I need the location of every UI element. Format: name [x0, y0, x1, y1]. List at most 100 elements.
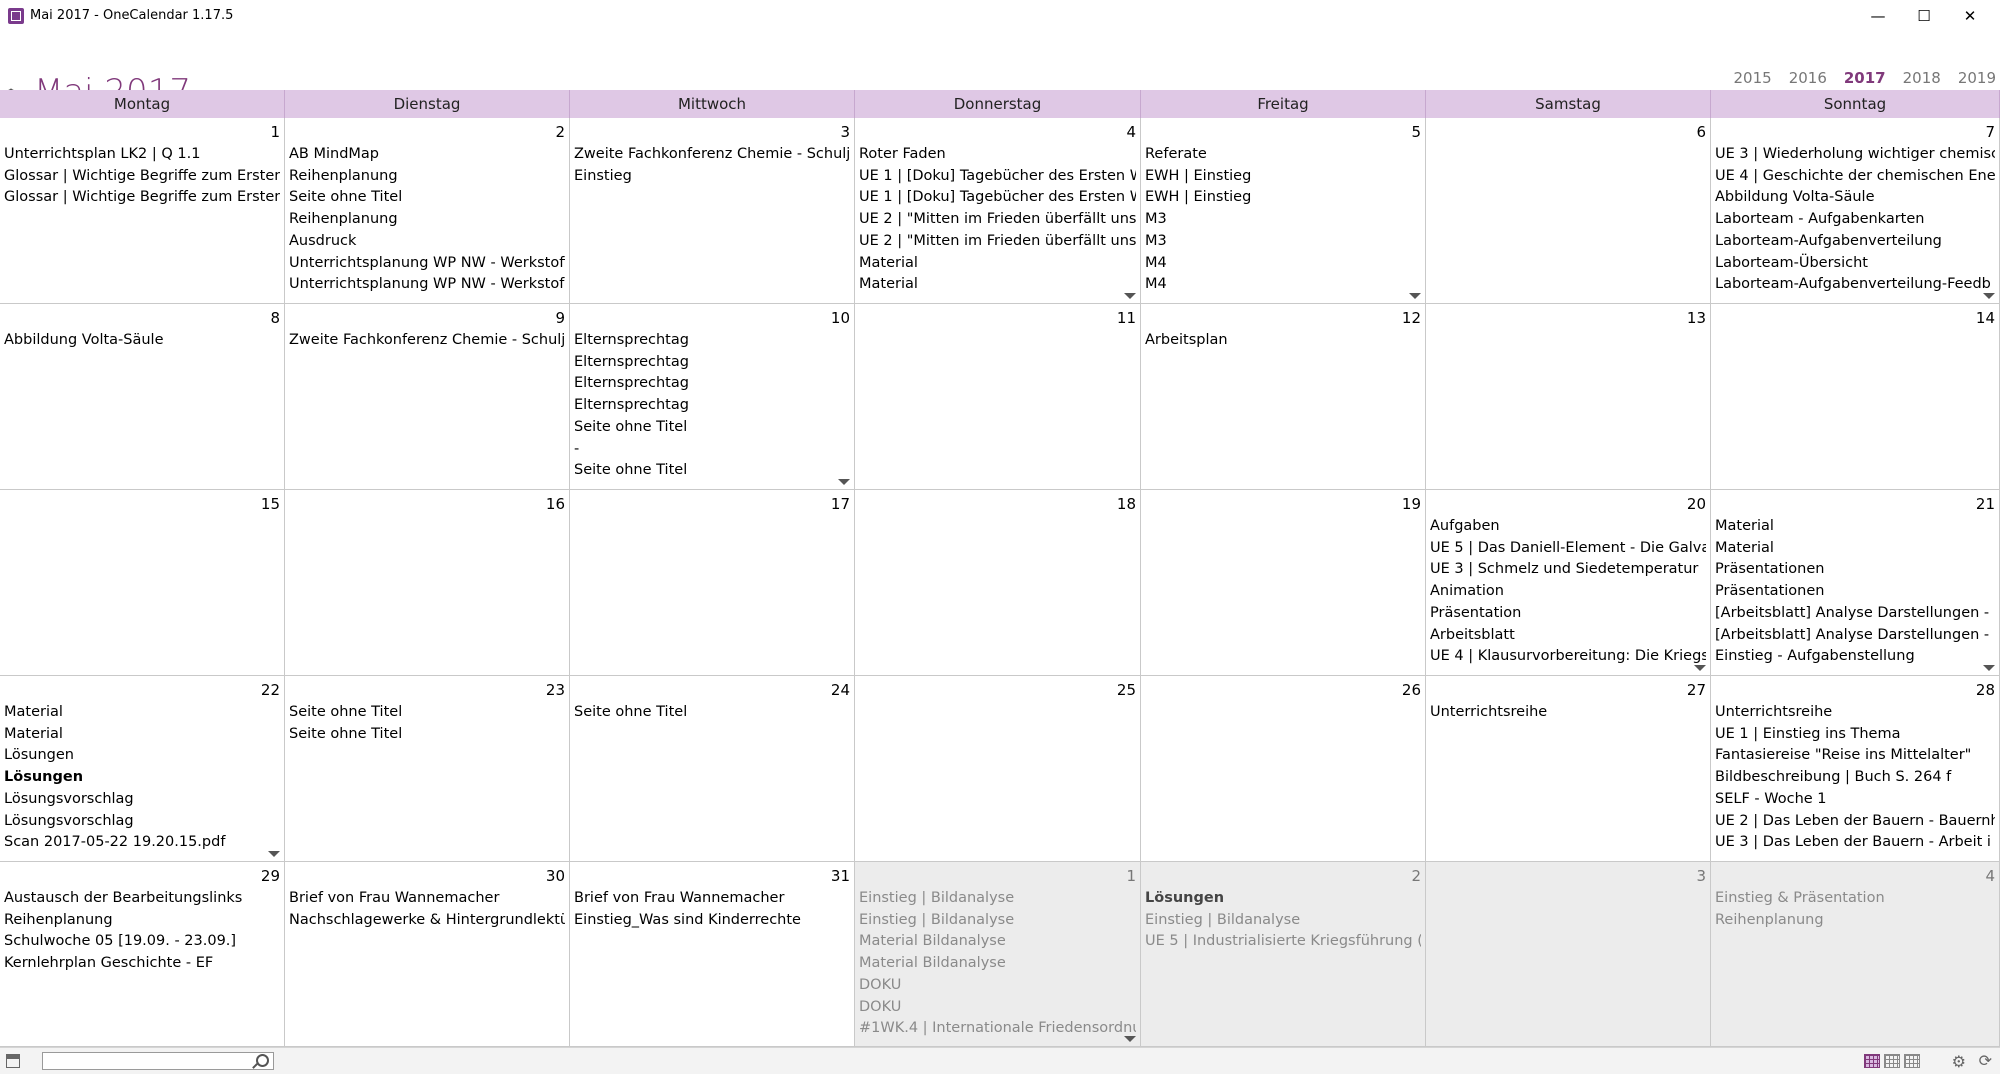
event-item[interactable]: UE 1 | Einstieg ins Thema: [1715, 724, 1995, 746]
event-item[interactable]: UE 3 | Das Leben der Bauern - Arbeit i: [1715, 832, 1995, 854]
month-view-icon[interactable]: [1864, 1054, 1880, 1068]
event-item[interactable]: Material: [1715, 538, 1995, 560]
event-item[interactable]: Fantasiereise "Reise ins Mittelalter": [1715, 745, 1995, 767]
day-cell[interactable]: 10 Elternsprechtag Elternsprechtag Elternsp…: [570, 304, 855, 490]
day-cell[interactable]: 15: [0, 490, 285, 676]
event-item[interactable]: Lösungen: [1145, 888, 1421, 910]
day-cell[interactable]: 6: [1426, 118, 1711, 304]
maximize-button[interactable]: ☐: [1901, 0, 1947, 32]
event-item[interactable]: M3: [1145, 209, 1421, 231]
day-cell[interactable]: 21 Material Material Präsentationen Präsenta…: [1711, 490, 2000, 676]
event-item[interactable]: Laborteam - Aufgabenkarten: [1715, 209, 1995, 231]
event-item[interactable]: Glossar | Wichtige Begriffe zum Ersten W: [4, 166, 280, 188]
day-cell[interactable]: 9 Zweite Fachkonferenz Chemie - Schuljahr: [285, 304, 570, 490]
event-item[interactable]: DOKU: [859, 975, 1136, 997]
day-cell[interactable]: 22 Material Material Lösungen Lösungen Lösung…: [0, 676, 285, 862]
event-item[interactable]: Seite ohne Titel: [574, 702, 850, 724]
event-item[interactable]: Präsentationen: [1715, 581, 1995, 603]
event-item[interactable]: UE 5 | Das Daniell-Element - Die Galvani…: [1430, 538, 1706, 560]
event-item[interactable]: Zweite Fachkonferenz Chemie - Schuljahr: [574, 144, 850, 166]
day-cell[interactable]: 26: [1141, 676, 1426, 862]
event-item[interactable]: Elternsprechtag: [574, 395, 850, 417]
event-item[interactable]: UE 3 | Wiederholung wichtiger chemische: [1715, 144, 1995, 166]
event-item[interactable]: Austausch der Bearbeitungslinks: [4, 888, 280, 910]
day-cell[interactable]: 27 Unterrichtsreihe: [1426, 676, 1711, 862]
event-item[interactable]: UE 3 | Schmelz und Siedetemperatur: [1430, 559, 1706, 581]
list-view-icon[interactable]: [1904, 1054, 1920, 1068]
event-item[interactable]: Seite ohne Titel: [574, 417, 850, 439]
event-item[interactable]: Unterrichtsplanung WP NW - Werkstof: [289, 274, 565, 296]
event-item[interactable]: -: [574, 439, 850, 461]
day-cell[interactable]: 20 Aufgaben UE 5 | Das Daniell-Element - D…: [1426, 490, 1711, 676]
event-item[interactable]: Nachschlagewerke & Hintergrundlektüre: [289, 910, 565, 932]
event-item[interactable]: Scan 2017-05-22 19.20.15.pdf: [4, 832, 280, 854]
day-cell[interactable]: 3 Zweite Fachkonferenz Chemie - Schuljahr…: [570, 118, 855, 304]
event-item[interactable]: Material Bildanalyse: [859, 953, 1136, 975]
day-cell[interactable]: 1 Unterrichtsplan LK2 | Q 1.1 Glossar | Wi…: [0, 118, 285, 304]
calendar-panel-icon[interactable]: [6, 1054, 20, 1068]
day-cell[interactable]: 29 Austausch der Bearbeitungslinks Reihenp…: [0, 862, 285, 1047]
year-2018[interactable]: 2018: [1903, 69, 1941, 87]
event-item[interactable]: Präsentationen: [1715, 559, 1995, 581]
year-2016[interactable]: 2016: [1789, 69, 1827, 87]
day-cell[interactable]: 18: [855, 490, 1141, 676]
event-item[interactable]: Brief von Frau Wannemacher: [574, 888, 850, 910]
event-item[interactable]: Laborteam-Aufgabenverteilung-Feedb: [1715, 274, 1995, 296]
event-item[interactable]: Reihenplanung: [1715, 910, 1995, 932]
search-input[interactable]: [42, 1052, 274, 1070]
event-item[interactable]: Abbildung Volta-Säule: [4, 330, 280, 352]
event-item[interactable]: Elternsprechtag: [574, 352, 850, 374]
day-cell[interactable]: 4 Einstieg & Präsentation Reihenplanung: [1711, 862, 2000, 1047]
event-item[interactable]: Material: [4, 724, 280, 746]
event-item[interactable]: Reihenplanung: [4, 910, 280, 932]
day-cell[interactable]: 13: [1426, 304, 1711, 490]
day-cell[interactable]: 14: [1711, 304, 2000, 490]
event-item[interactable]: Unterrichtsreihe: [1715, 702, 1995, 724]
week-view-icon[interactable]: [1884, 1054, 1900, 1068]
year-2019[interactable]: 2019: [1958, 69, 1996, 87]
event-item[interactable]: Referate: [1145, 144, 1421, 166]
day-cell[interactable]: 3: [1426, 862, 1711, 1047]
event-item[interactable]: Arbeitsplan: [1145, 330, 1421, 352]
day-cell[interactable]: 28 Unterrichtsreihe UE 1 | Einstieg ins Th…: [1711, 676, 2000, 862]
day-cell[interactable]: 24 Seite ohne Titel: [570, 676, 855, 862]
event-item[interactable]: M3: [1145, 231, 1421, 253]
event-item[interactable]: Ausdruck: [289, 231, 565, 253]
event-item[interactable]: Material: [859, 274, 1136, 296]
refresh-icon[interactable]: ⟳: [1979, 1051, 1992, 1070]
event-item[interactable]: Einstieg | Bildanalyse: [859, 888, 1136, 910]
day-cell[interactable]: 31 Brief von Frau Wannemacher Einstieg_Was…: [570, 862, 855, 1047]
event-item[interactable]: Einstieg: [574, 166, 850, 188]
event-item[interactable]: Kernlehrplan Geschichte - EF: [4, 953, 280, 975]
event-item[interactable]: Glossar | Wichtige Begriffe zum Ersten W: [4, 187, 280, 209]
day-cell[interactable]: 11: [855, 304, 1141, 490]
search-icon[interactable]: [256, 1054, 269, 1067]
more-events-arrow-icon[interactable]: [268, 851, 280, 857]
day-cell[interactable]: 25: [855, 676, 1141, 862]
event-item[interactable]: Laborteam-Aufgabenverteilung: [1715, 231, 1995, 253]
event-item[interactable]: UE 4 | Klausurvorbereitung: Die Kriegss: [1430, 646, 1706, 668]
event-item[interactable]: Bildbeschreibung | Buch S. 264 f: [1715, 767, 1995, 789]
year-2017[interactable]: 2017: [1844, 69, 1886, 87]
more-events-arrow-icon[interactable]: [838, 479, 850, 485]
day-cell[interactable]: 8 Abbildung Volta-Säule: [0, 304, 285, 490]
day-cell[interactable]: 1 Einstieg | Bildanalyse Einstieg | Bildan…: [855, 862, 1141, 1047]
day-cell[interactable]: 4 Roter Faden UE 1 | [Doku] Tagebücher des…: [855, 118, 1141, 304]
more-events-arrow-icon[interactable]: [1694, 665, 1706, 671]
event-item[interactable]: UE 5 | Industrialisierte Kriegsführung (…: [1145, 931, 1421, 953]
day-cell[interactable]: 5 Referate EWH | Einstieg EWH | Einstieg M3 M…: [1141, 118, 1426, 304]
event-item[interactable]: UE 2 | Das Leben der Bauern - Bauernhau: [1715, 811, 1995, 833]
day-cell[interactable]: 17: [570, 490, 855, 676]
day-cell[interactable]: 23 Seite ohne Titel Seite ohne Titel: [285, 676, 570, 862]
day-cell[interactable]: 12 Arbeitsplan: [1141, 304, 1426, 490]
event-item[interactable]: Reihenplanung: [289, 209, 565, 231]
event-item[interactable]: Elternsprechtag: [574, 373, 850, 395]
event-item[interactable]: Material: [1715, 516, 1995, 538]
day-cell[interactable]: 2 AB MindMap Reihenplanung Seite ohne Titel…: [285, 118, 570, 304]
day-cell[interactable]: 19: [1141, 490, 1426, 676]
event-item[interactable]: UE 2 | "Mitten im Frieden überfällt uns …: [859, 231, 1136, 253]
event-item[interactable]: Aufgaben: [1430, 516, 1706, 538]
day-cell[interactable]: 7 UE 3 | Wiederholung wichtiger chemische…: [1711, 118, 2000, 304]
more-events-arrow-icon[interactable]: [1124, 1036, 1136, 1042]
event-item[interactable]: Animation: [1430, 581, 1706, 603]
